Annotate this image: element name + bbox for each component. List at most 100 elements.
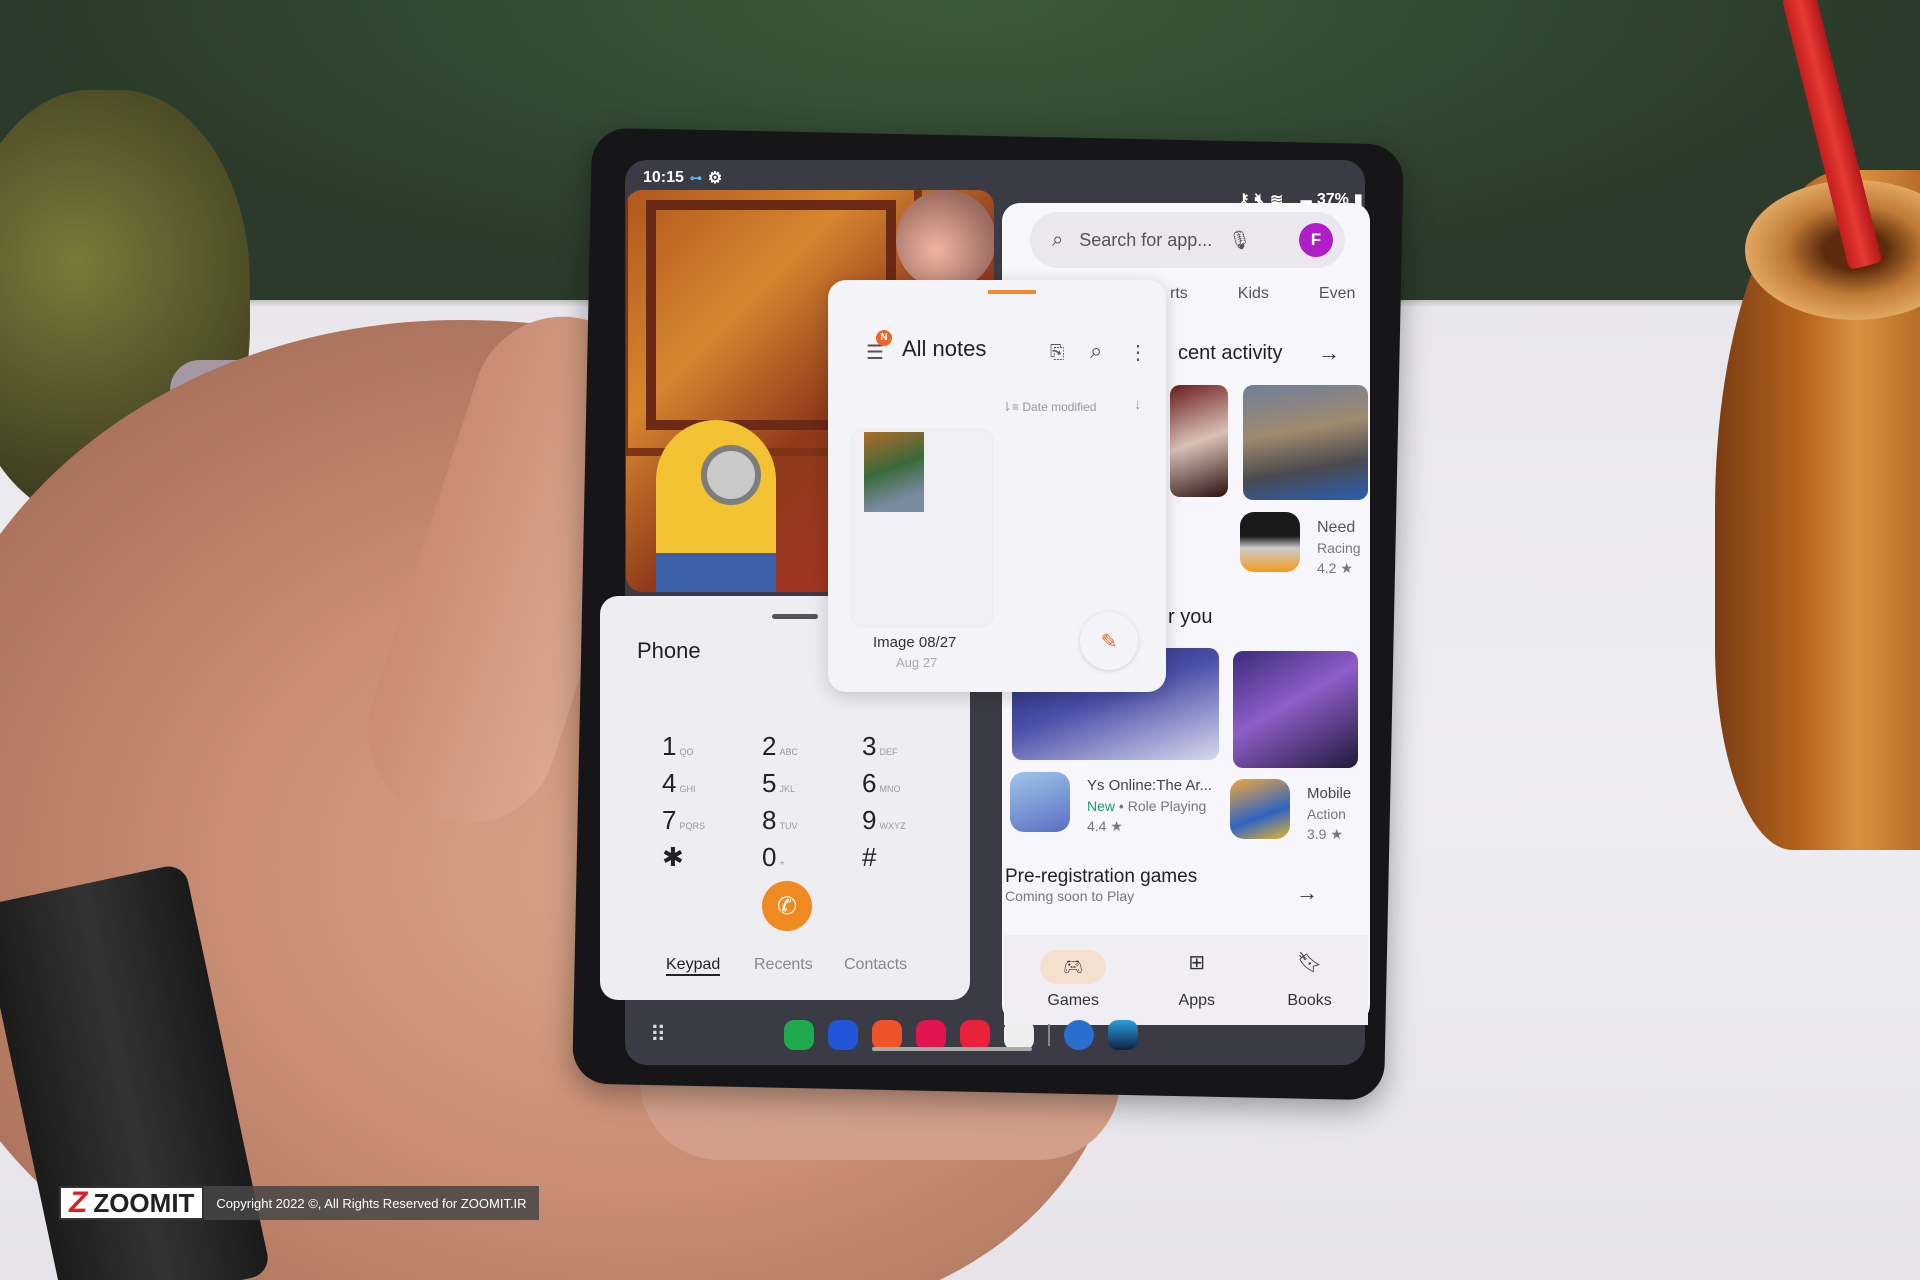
phone-icon[interactable] [784, 1020, 814, 1050]
zoomit-logo: Z ZOOMIT [59, 1186, 205, 1220]
new-badge: New [1087, 798, 1116, 814]
dial-key[interactable]: 7 PQRS [662, 805, 762, 836]
notes-icon[interactable] [872, 1020, 902, 1050]
bookmark-icon: 🔖︎ [1296, 952, 1323, 974]
dial-key[interactable]: 5 JKL [762, 768, 862, 799]
arrow-right-icon[interactable]: → [1318, 340, 1340, 366]
nav-books[interactable]: 🔖︎ Books [1287, 950, 1331, 1010]
tab-recents[interactable]: Recents [754, 956, 813, 974]
pre-registration-title: Pre-registration games [1005, 866, 1198, 887]
key-digit: 4 [662, 768, 677, 798]
game-thumbnail-racing[interactable] [1243, 385, 1368, 500]
apps-grid-icon: ⊞ [1188, 952, 1206, 974]
photo-scene: 10:15 ⊶ ⚙ ⚷ 🔇︎ ≋ ▂▄ 37% ▮ ⌕ Search for a… [0, 0, 1920, 1280]
messages-icon[interactable] [828, 1020, 858, 1050]
key-digit: 5 [762, 768, 777, 798]
recent-activity-heading: cent activity [1178, 342, 1283, 364]
samsung-notes-popup: ☰ N All notes ⎘ ⌕ ⋮ ⇂≡ Date modified ↓ I… [828, 280, 1166, 692]
dial-key[interactable]: 0 + [762, 842, 862, 873]
mobile-legends-icon[interactable] [1230, 779, 1290, 839]
for-you-heading: r you [1168, 606, 1213, 628]
game-launcher-icon[interactable] [1004, 1020, 1034, 1050]
nav-apps[interactable]: ⊞ Apps [1179, 950, 1215, 1010]
app-genre: Action [1307, 806, 1346, 822]
ys-online-icon[interactable] [1010, 772, 1070, 832]
key-letters: WXYZ [879, 821, 906, 831]
mobile-legends-info[interactable]: Mobile Action 3.9 ★ [1307, 784, 1351, 844]
play-category-tabs: rts Kids Even [1170, 285, 1355, 303]
key-digit: ✱ [662, 842, 684, 872]
dial-key[interactable]: ✱ [662, 842, 762, 873]
screen-recorder-icon[interactable] [960, 1020, 990, 1050]
key-letters: JKL [779, 784, 795, 794]
pre-registration-subtitle: Coming soon to Play [1005, 888, 1135, 904]
avatar[interactable]: F [1299, 223, 1333, 257]
tab-events[interactable]: Even [1319, 285, 1355, 303]
tab-kids[interactable]: Kids [1238, 285, 1269, 303]
dial-key[interactable]: 2 ABC [762, 731, 862, 762]
phone-icon: ✆ [776, 892, 798, 920]
key-digit: 1 [662, 731, 677, 761]
pre-registration-section[interactable]: Pre-registration games Coming soon to Pl… [1005, 866, 1197, 904]
ys-online-info[interactable]: Ys Online:The Ar... New • Role Playing 4… [1087, 776, 1212, 836]
settings-icon[interactable] [1064, 1020, 1094, 1050]
call-button[interactable]: ✆ [762, 881, 812, 931]
dial-keypad: 1 QO 2 ABC 3 DEF 4 GHI 5 JKL 6 MNO 7 PQRS 8 TUV 9 WXYZ ✱ 0 +… [662, 731, 962, 873]
logo-text: ZOOMIT [93, 1187, 195, 1218]
dial-key[interactable]: 9 WXYZ [862, 805, 962, 836]
gesture-handle[interactable] [872, 1047, 1032, 1051]
dial-key[interactable]: # [862, 842, 962, 873]
status-bar-left: 10:15 ⊶ ⚙ [643, 168, 722, 188]
gamepad-icon: 🎮︎ [1040, 950, 1107, 984]
note-title: Image 08/27 [873, 634, 957, 651]
dial-key[interactable]: 8 TUV [762, 805, 862, 836]
tab-sports[interactable]: rts [1170, 285, 1188, 303]
settings-icon: ⚙ [707, 170, 723, 187]
vpn-key-icon: ⊶ [689, 171, 702, 185]
new-note-button[interactable]: ✎ [1080, 612, 1138, 670]
notes-title: All notes [902, 336, 987, 361]
search-icon[interactable]: ⌕ [1090, 338, 1102, 364]
key-letters: PQRS [679, 821, 705, 831]
zoomit-z-mark: Z [69, 1186, 88, 1219]
dial-key[interactable]: 6 MNO [862, 768, 962, 799]
tab-keypad[interactable]: Keypad [666, 956, 721, 976]
bixby-flower-icon[interactable] [916, 1020, 946, 1050]
nav-label: Apps [1178, 992, 1215, 1009]
apps-grid-icon[interactable]: ⠿ [650, 1022, 710, 1048]
key-digit: 6 [862, 768, 877, 798]
nav-games[interactable]: 🎮︎ Games [1040, 950, 1107, 1010]
video-minion [656, 420, 776, 592]
key-letters: MNO [879, 784, 901, 794]
pdf-import-icon[interactable]: ⎘ [1050, 342, 1064, 363]
key-digit: 8 [762, 805, 777, 835]
dial-key[interactable]: 4 GHI [662, 768, 762, 799]
mobile-legends-banner[interactable] [1233, 651, 1358, 768]
tab-contacts[interactable]: Contacts [844, 956, 907, 974]
app-name: Ys Online:The Ar... [1087, 777, 1213, 794]
key-letters: DEF [879, 747, 898, 757]
key-letters: TUV [779, 821, 798, 831]
play-search-bar[interactable]: ⌕ Search for app... 🎙︎ F [1030, 212, 1345, 268]
taskbar-dock: ⠿ [650, 1010, 1170, 1060]
more-options-icon[interactable]: ⋮ [1128, 340, 1148, 365]
key-digit: # [862, 842, 877, 872]
nav-label: Games [1047, 992, 1099, 1009]
app-name: Need [1317, 519, 1356, 536]
sort-direction-icon[interactable]: ↓ [1134, 396, 1142, 413]
game-thumbnail-anime[interactable] [1170, 385, 1228, 497]
need-for-speed-icon[interactable] [1240, 512, 1300, 572]
popup-handle[interactable] [988, 290, 1036, 294]
sort-option[interactable]: ⇂≡ Date modified [1002, 400, 1096, 414]
search-placeholder: Search for app... [1079, 229, 1213, 250]
key-digit: 7 [662, 805, 677, 835]
arrow-right-icon[interactable]: → [1296, 880, 1318, 906]
need-for-speed-info[interactable]: Need Racing 4.2 ★ [1317, 518, 1361, 578]
dial-key[interactable]: 3 DEF [862, 731, 962, 762]
microphone-icon[interactable]: 🎙︎ [1228, 230, 1251, 251]
drag-handle[interactable] [772, 614, 818, 619]
note-card[interactable] [852, 430, 992, 626]
dock-divider [1048, 1024, 1050, 1046]
game-icon[interactable] [1108, 1020, 1138, 1050]
dial-key[interactable]: 1 QO [662, 731, 762, 762]
